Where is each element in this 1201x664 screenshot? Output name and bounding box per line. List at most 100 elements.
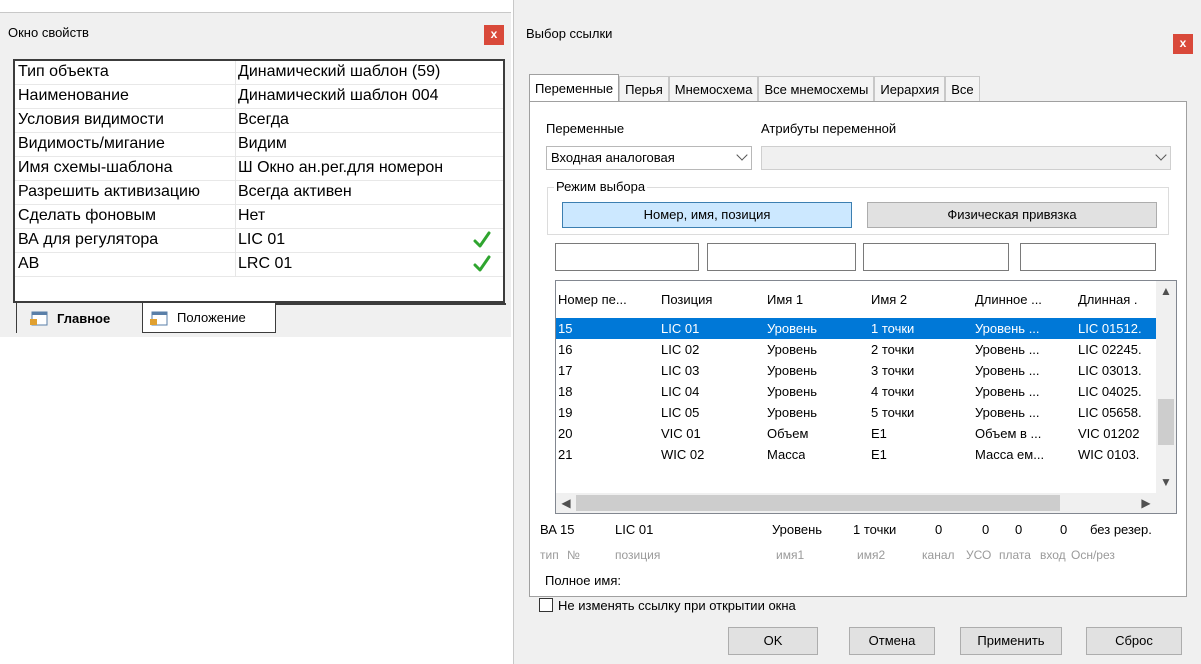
dialog-close-button[interactable]: x — [1173, 34, 1193, 54]
row-cell: Уровень ... — [975, 405, 1040, 420]
cancel-button[interactable]: Отмена — [849, 627, 935, 655]
row-cell: VIC 01202 — [1078, 426, 1140, 441]
property-key: Условия видимости — [18, 111, 164, 128]
property-row[interactable]: Наименование Динамический шаблон 004 — [15, 85, 503, 109]
tab-position-label: Положение — [177, 310, 246, 325]
scroll-down-icon[interactable]: ▼ — [1156, 475, 1176, 489]
row-cell: Уровень ... — [975, 342, 1040, 357]
vertical-scrollbar[interactable]: ▲ ▼ — [1156, 281, 1176, 493]
row-cell: LIC 01512. — [1078, 321, 1142, 336]
scroll-up-icon[interactable]: ▲ — [1156, 284, 1176, 298]
row-cell: 16 — [558, 342, 573, 357]
property-row[interactable]: Видимость/мигание Видим — [15, 133, 503, 157]
tab-mnemoscheme[interactable]: Мнемосхема — [668, 76, 759, 102]
row-cell: LIC 04 — [661, 384, 700, 399]
property-divider — [235, 109, 236, 133]
green-check-icon — [473, 231, 491, 248]
list-row[interactable]: 15 LIC 01 Уровень 1 точки Уровень ... LI… — [556, 318, 1156, 339]
keep-link-checkbox-label[interactable]: Не изменять ссылку при открытии окна — [558, 598, 796, 613]
chevron-down-icon — [736, 149, 748, 161]
property-value: Динамический шаблон (59) — [238, 63, 441, 80]
summary-position-label: позиция — [615, 548, 661, 562]
summary-channel-label: канал — [922, 548, 955, 562]
property-row[interactable]: Сделать фоновым Нет — [15, 205, 503, 229]
property-row[interactable]: ВА для регулятора LIC 01 — [15, 229, 503, 253]
properties-window: Окно свойств x Тип объекта Динамический … — [0, 12, 511, 337]
scroll-left-icon[interactable]: ◀ — [556, 496, 576, 510]
scroll-right-icon[interactable]: ▶ — [1136, 496, 1156, 510]
variables-select-value: Входная аналоговая — [551, 150, 675, 165]
properties-page-icon — [30, 311, 48, 326]
filter-name-input[interactable] — [863, 243, 1009, 271]
summary-name2-label: имя2 — [857, 548, 886, 562]
list-header: Номер пе... Позиция Имя 1 Имя 2 Длинное … — [556, 281, 1156, 317]
properties-page-icon — [150, 311, 168, 325]
tab-main[interactable]: Главное — [16, 303, 142, 333]
column-name1[interactable]: Имя 1 — [767, 292, 863, 307]
mode-physical-binding-button[interactable]: Физическая привязка — [867, 202, 1157, 228]
apply-button[interactable]: Применить — [960, 627, 1062, 655]
row-cell: 21 — [558, 447, 573, 462]
variables-select[interactable]: Входная аналоговая — [546, 146, 752, 170]
summary-type: ВА — [540, 522, 557, 537]
column-name2[interactable]: Имя 2 — [871, 292, 967, 307]
column-position[interactable]: Позиция — [661, 292, 757, 307]
tab-hierarchy[interactable]: Иерархия — [874, 76, 946, 102]
tab-variables[interactable]: Переменные — [529, 74, 620, 102]
property-grid: Тип объекта Динамический шаблон (59) Наи… — [13, 59, 505, 303]
property-row[interactable]: Имя схемы-шаблона Ш Окно ан.рег.для номе… — [15, 157, 503, 181]
summary-reserve: без резер. — [1090, 522, 1152, 537]
list-row[interactable]: 20 VIC 01 Объем E1 Объем в ... VIC 01202 — [556, 423, 1156, 444]
property-value: Всегда — [238, 111, 289, 128]
attributes-label: Атрибуты переменной — [761, 121, 897, 136]
row-cell: Уровень — [767, 405, 818, 420]
column-number[interactable]: Номер пе... — [558, 292, 654, 307]
summary-board-label: плата — [999, 548, 1031, 562]
property-divider — [235, 85, 236, 109]
row-cell: Уровень ... — [975, 321, 1040, 336]
ok-button[interactable]: OK — [728, 627, 818, 655]
property-divider — [235, 133, 236, 157]
horizontal-scrollbar[interactable]: ◀ ▶ — [556, 493, 1156, 513]
column-long-name-2[interactable]: Длинная . — [1078, 292, 1154, 307]
row-cell: Масса ем... — [975, 447, 1045, 462]
property-value: Нет — [238, 207, 266, 224]
property-divider — [235, 229, 236, 253]
property-divider — [235, 61, 236, 85]
property-row[interactable]: АВ LRC 01 — [15, 253, 503, 277]
list-row[interactable]: 19 LIC 05 Уровень 5 точки Уровень ... LI… — [556, 402, 1156, 423]
row-cell: LIC 01 — [661, 321, 700, 336]
property-divider — [235, 181, 236, 205]
list-row[interactable]: 17 LIC 03 Уровень 3 точки Уровень ... LI… — [556, 360, 1156, 381]
row-cell: Уровень ... — [975, 384, 1040, 399]
row-cell: LIC 04025. — [1078, 384, 1142, 399]
list-row[interactable]: 18 LIC 04 Уровень 4 точки Уровень ... LI… — [556, 381, 1156, 402]
attributes-select[interactable] — [761, 146, 1171, 170]
summary-uso-label: УСО — [966, 548, 992, 562]
list-row[interactable]: 16 LIC 02 Уровень 2 точки Уровень ... LI… — [556, 339, 1156, 360]
list-row[interactable]: 21 WIC 02 Масса E1 Масса ем... WIC 0103. — [556, 444, 1156, 465]
filter-number-input[interactable] — [555, 243, 699, 271]
tab-all-mnemoschemes[interactable]: Все мнемосхемы — [758, 76, 875, 102]
row-cell: LIC 02 — [661, 342, 700, 357]
horizontal-scroll-thumb[interactable] — [576, 495, 1060, 511]
tab-all[interactable]: Все — [945, 76, 980, 102]
property-row[interactable]: Разрешить активизацию Всегда активен — [15, 181, 503, 205]
keep-link-checkbox[interactable] — [539, 598, 553, 612]
column-long-name[interactable]: Длинное ... — [975, 292, 1071, 307]
filter-position-input[interactable] — [707, 243, 856, 271]
filter-long-name-input[interactable] — [1020, 243, 1156, 271]
properties-close-button[interactable]: x — [484, 25, 504, 45]
tab-position[interactable]: Положение — [142, 303, 276, 333]
row-cell: Уровень ... — [975, 363, 1040, 378]
row-cell: 5 точки — [871, 405, 915, 420]
reset-button[interactable]: Сброс — [1086, 627, 1182, 655]
summary-input: 0 — [1060, 522, 1068, 537]
tab-pens[interactable]: Перья — [619, 76, 669, 102]
property-row[interactable]: Тип объекта Динамический шаблон (59) — [15, 61, 503, 85]
row-cell: WIC 02 — [661, 447, 705, 462]
vertical-scroll-thumb[interactable] — [1158, 399, 1174, 445]
row-cell: WIC 0103. — [1078, 447, 1140, 462]
mode-number-name-position-button[interactable]: Номер, имя, позиция — [562, 202, 852, 228]
property-row[interactable]: Условия видимости Всегда — [15, 109, 503, 133]
